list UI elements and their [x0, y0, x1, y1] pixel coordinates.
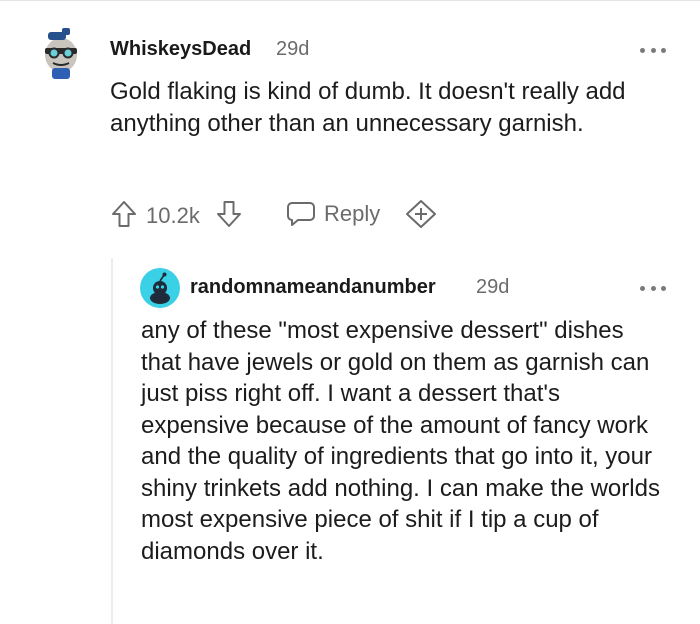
avatar-icon[interactable] [140, 268, 180, 308]
downvote-icon [217, 201, 241, 227]
comment-body: Gold flaking is kind of dumb. It doesn't… [110, 78, 626, 137]
vote-count: 10.2k [146, 203, 200, 228]
reply-button[interactable]: Reply [285, 199, 380, 229]
reply-body: any of these "most expensive dessert" di… [141, 317, 660, 565]
avatar-icon[interactable] [40, 26, 82, 80]
reply-label: Reply [324, 201, 381, 226]
comment-age: 29d [276, 38, 310, 60]
comment-username[interactable]: WhiskeysDead [110, 38, 251, 61]
more-options-icon[interactable] [640, 45, 666, 55]
upvote-button[interactable] [110, 199, 138, 229]
reply-age: 29d [476, 276, 510, 298]
top-divider [0, 0, 700, 1]
downvote-button[interactable] [215, 199, 243, 229]
reply-icon [287, 202, 315, 226]
thread-line[interactable] [111, 258, 113, 624]
reply-username[interactable]: randomnameandanumber [190, 276, 436, 299]
upvote-icon [112, 201, 136, 227]
award-icon [406, 200, 436, 228]
more-options-icon[interactable] [640, 283, 666, 293]
award-button[interactable] [404, 199, 438, 229]
